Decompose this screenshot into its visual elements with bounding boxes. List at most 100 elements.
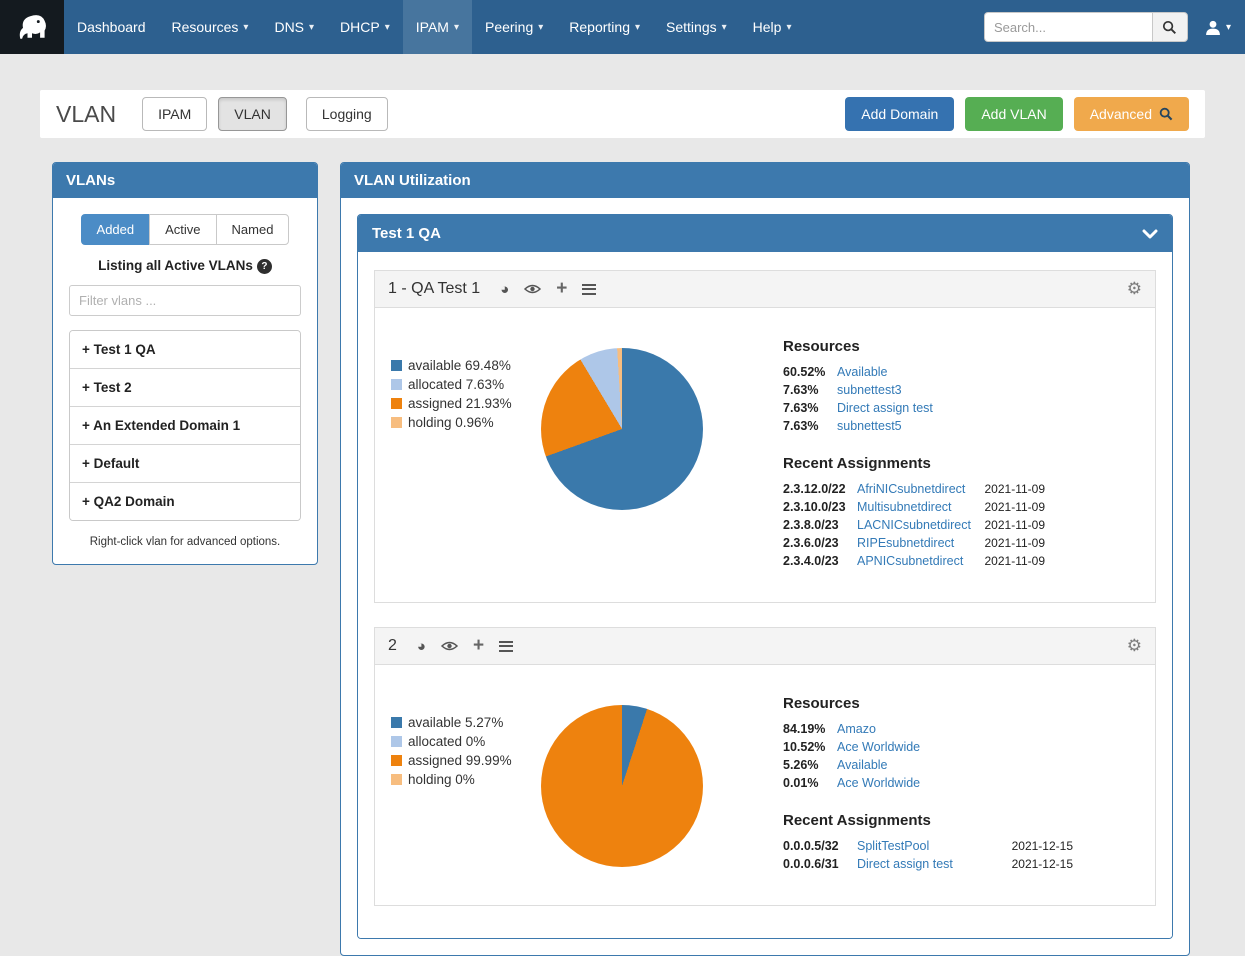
nav-item-settings[interactable]: Settings [653,0,740,54]
vlan-list-item[interactable]: + QA2 Domain [70,483,300,520]
assignment-cidr: 0.0.0.5/32 [783,839,857,853]
legend-row: assigned 99.99% [391,753,541,768]
gear-icon[interactable]: ⚙ [1127,636,1142,656]
user-menu[interactable]: ▾ [1204,19,1231,36]
collapse-chevron-icon[interactable] [1142,229,1158,239]
listing-label: Listing all Active VLANs? [69,258,301,274]
utilization-pie-chart-2[interactable] [541,705,703,867]
chart-2-header: 2 ◕ + ⚙ [374,627,1156,665]
help-icon[interactable]: ? [257,259,272,274]
resource-link[interactable]: Direct assign test [837,401,933,415]
legend-label: available 69.48% [408,358,511,373]
search-icon [1159,107,1173,121]
assignment-link[interactable]: RIPEsubnetdirect [857,536,954,550]
recent-assignment-row: 0.0.0.6/31 Direct assign test 2021-12-15 [783,857,1073,871]
recent-assignment-row: 2.3.8.0/23 LACNICsubnetdirect 2021-11-09 [783,518,1045,532]
eye-icon[interactable] [441,640,458,652]
resource-link[interactable]: Available [837,758,888,772]
nav-item-reporting[interactable]: Reporting [556,0,653,54]
resource-link[interactable]: Amazo [837,722,876,736]
eye-icon[interactable] [524,283,541,295]
view-added-button[interactable]: Added [81,214,151,245]
tab-ipam[interactable]: IPAM [142,97,207,131]
legend-label: allocated 0% [408,734,485,749]
add-domain-button[interactable]: Add Domain [845,97,954,131]
listing-label-text: Listing all Active VLANs [98,258,253,273]
vlan-list-item[interactable]: + Test 1 QA [70,331,300,369]
pie-chart-icon[interactable]: ◕ [500,282,509,297]
view-named-button[interactable]: Named [216,214,290,245]
chart-2-recent-assignments: 0.0.0.5/32 SplitTestPool 2021-12-15 0.0.… [783,839,1073,871]
resource-link[interactable]: Available [837,365,888,379]
tab-vlan[interactable]: VLAN [218,97,287,131]
resource-percent: 5.26% [783,758,837,772]
chart-1-recent-assignments: 2.3.12.0/22 AfriNICsubnetdirect 2021-11-… [783,482,1045,568]
resource-percent: 7.63% [783,419,837,433]
plus-icon[interactable]: + [473,636,484,655]
assignment-link[interactable]: AfriNICsubnetdirect [857,482,965,496]
domain-panel-header[interactable]: Test 1 QA [358,215,1172,252]
legend-label: allocated 7.63% [408,377,504,392]
nav-item-resources[interactable]: Resources [159,0,262,54]
vlans-panel-header: VLANs [53,163,317,198]
legend-swatch [391,736,402,747]
view-active-button[interactable]: Active [149,214,216,245]
resource-row: 10.52% Ace Worldwide [783,740,1073,754]
gear-icon[interactable]: ⚙ [1127,279,1142,299]
recent-assignment-row: 2.3.4.0/23 APNICsubnetdirect 2021-11-09 [783,554,1045,568]
resource-row: 0.01% Ace Worldwide [783,776,1073,790]
vlans-panel: VLANs Added Active Named Listing all Act… [52,162,318,565]
search-button[interactable] [1152,12,1188,42]
nav-item-dns[interactable]: DNS [261,0,327,54]
nav-item-peering[interactable]: Peering [472,0,556,54]
resource-link[interactable]: subnettest3 [837,383,902,397]
chart-2-resources: 84.19% Amazo 10.52% Ace Worldwide [783,722,1073,790]
filter-vlans-input[interactable] [69,285,301,316]
resource-percent: 0.01% [783,776,837,790]
menu-icon[interactable] [582,284,596,295]
search-input[interactable] [984,12,1152,42]
legend-row: assigned 21.93% [391,396,541,411]
vlan-list-item[interactable]: + An Extended Domain 1 [70,407,300,445]
assignment-link[interactable]: LACNICsubnetdirect [857,518,971,532]
menu-icon[interactable] [499,641,513,652]
resource-link[interactable]: subnettest5 [837,419,902,433]
chart-1-resources: 60.52% Available 7.63% subnettest3 [783,365,1045,433]
resource-row: 7.63% subnettest3 [783,383,1045,397]
nav-item-dashboard[interactable]: Dashboard [64,0,159,54]
recent-assignment-row: 2.3.10.0/23 Multisubnetdirect 2021-11-09 [783,500,1045,514]
nav-item-dhcp[interactable]: DHCP [327,0,403,54]
utilization-pie-chart-1[interactable] [541,348,703,510]
legend-row: allocated 7.63% [391,377,541,392]
legend-row: holding 0% [391,772,541,787]
assignment-link[interactable]: APNICsubnetdirect [857,554,963,568]
vlan-list-item[interactable]: + Test 2 [70,369,300,407]
navbar-right: ▾ [984,12,1245,42]
chart-2-legend: available 5.27% allocated 0% [391,691,541,791]
app-logo[interactable] [0,0,64,54]
page-header: VLAN IPAM VLAN Logging Add Domain Add VL… [40,90,1205,138]
add-vlan-button[interactable]: Add VLAN [965,97,1062,131]
mammoth-logo-icon [13,9,51,45]
vlan-list-item[interactable]: + Default [70,445,300,483]
advanced-search-button[interactable]: Advanced [1074,97,1189,131]
resource-link[interactable]: Ace Worldwide [837,776,920,790]
chart-1-legend: available 69.48% allocated 7.63% [391,334,541,434]
nav-menu: Dashboard Resources DNS DHCP IPAM Peerin… [64,0,804,54]
vlan-chart-block-2: 2 ◕ + ⚙ [374,627,1156,906]
assignment-date: 2021-11-09 [975,518,1046,532]
assignment-link[interactable]: Multisubnetdirect [857,500,952,514]
nav-item-help[interactable]: Help [740,0,805,54]
nav-item-ipam[interactable]: IPAM [403,0,472,54]
tab-logging[interactable]: Logging [306,97,388,131]
recent-assignment-row: 2.3.6.0/23 RIPEsubnetdirect 2021-11-09 [783,536,1045,550]
assignment-date: 2021-12-15 [1002,857,1073,871]
resource-link[interactable]: Ace Worldwide [837,740,920,754]
legend-label: assigned 99.99% [408,753,512,768]
resource-row: 7.63% subnettest5 [783,419,1045,433]
assignment-link[interactable]: SplitTestPool [857,839,929,853]
plus-icon[interactable]: + [556,279,567,298]
assignment-link[interactable]: Direct assign test [857,857,953,871]
pie-chart-icon[interactable]: ◕ [417,639,426,654]
header-actions: Add Domain Add VLAN Advanced [834,97,1189,131]
